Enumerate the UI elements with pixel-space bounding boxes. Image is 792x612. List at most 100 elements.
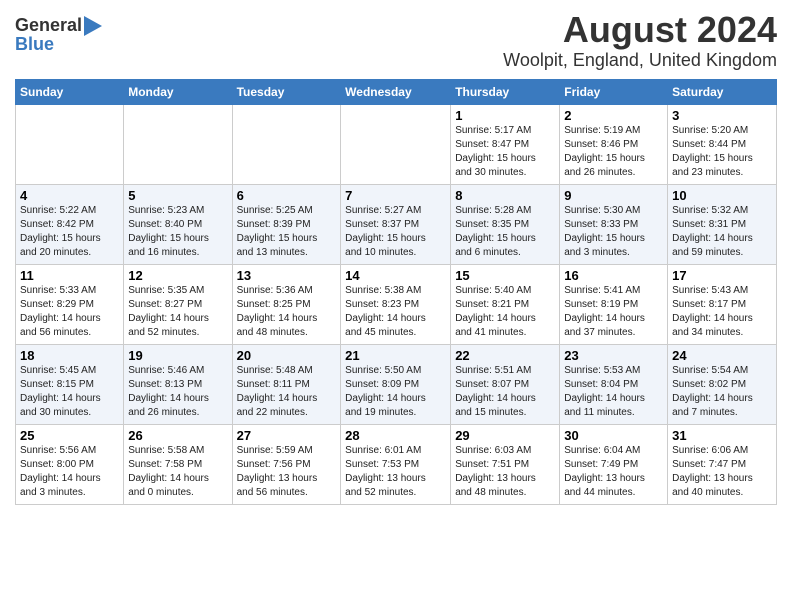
calendar-cell: 1Sunrise: 5:17 AM Sunset: 8:47 PM Daylig… xyxy=(451,104,560,184)
calendar-header-wednesday: Wednesday xyxy=(341,79,451,104)
day-info: Sunrise: 5:38 AM Sunset: 8:23 PM Dayligh… xyxy=(345,284,446,340)
day-number: 14 xyxy=(345,268,446,283)
calendar-cell: 22Sunrise: 5:51 AM Sunset: 8:07 PM Dayli… xyxy=(451,344,560,424)
day-info: Sunrise: 6:06 AM Sunset: 7:47 PM Dayligh… xyxy=(672,444,772,500)
calendar-week-row: 11Sunrise: 5:33 AM Sunset: 8:29 PM Dayli… xyxy=(16,264,777,344)
calendar-cell: 18Sunrise: 5:45 AM Sunset: 8:15 PM Dayli… xyxy=(16,344,124,424)
calendar-cell: 20Sunrise: 5:48 AM Sunset: 8:11 PM Dayli… xyxy=(232,344,341,424)
calendar-header-thursday: Thursday xyxy=(451,79,560,104)
calendar-header-friday: Friday xyxy=(560,79,668,104)
calendar-cell: 5Sunrise: 5:23 AM Sunset: 8:40 PM Daylig… xyxy=(124,184,232,264)
day-number: 20 xyxy=(237,348,337,363)
day-info: Sunrise: 6:04 AM Sunset: 7:49 PM Dayligh… xyxy=(564,444,663,500)
day-info: Sunrise: 5:45 AM Sunset: 8:15 PM Dayligh… xyxy=(20,364,119,420)
calendar-cell: 9Sunrise: 5:30 AM Sunset: 8:33 PM Daylig… xyxy=(560,184,668,264)
calendar-cell: 8Sunrise: 5:28 AM Sunset: 8:35 PM Daylig… xyxy=(451,184,560,264)
day-info: Sunrise: 5:41 AM Sunset: 8:19 PM Dayligh… xyxy=(564,284,663,340)
day-info: Sunrise: 5:46 AM Sunset: 8:13 PM Dayligh… xyxy=(128,364,227,420)
day-number: 17 xyxy=(672,268,772,283)
day-info: Sunrise: 5:54 AM Sunset: 8:02 PM Dayligh… xyxy=(672,364,772,420)
page-header: General Blue August 2024 Woolpit, Englan… xyxy=(15,10,777,71)
day-number: 1 xyxy=(455,108,555,123)
day-info: Sunrise: 5:23 AM Sunset: 8:40 PM Dayligh… xyxy=(128,204,227,260)
day-number: 31 xyxy=(672,428,772,443)
day-number: 2 xyxy=(564,108,663,123)
day-number: 29 xyxy=(455,428,555,443)
calendar-cell: 25Sunrise: 5:56 AM Sunset: 8:00 PM Dayli… xyxy=(16,424,124,504)
day-info: Sunrise: 5:32 AM Sunset: 8:31 PM Dayligh… xyxy=(672,204,772,260)
day-number: 22 xyxy=(455,348,555,363)
calendar-cell: 10Sunrise: 5:32 AM Sunset: 8:31 PM Dayli… xyxy=(668,184,777,264)
day-number: 10 xyxy=(672,188,772,203)
calendar-cell xyxy=(124,104,232,184)
day-info: Sunrise: 5:35 AM Sunset: 8:27 PM Dayligh… xyxy=(128,284,227,340)
day-number: 15 xyxy=(455,268,555,283)
calendar-week-row: 25Sunrise: 5:56 AM Sunset: 8:00 PM Dayli… xyxy=(16,424,777,504)
day-info: Sunrise: 5:43 AM Sunset: 8:17 PM Dayligh… xyxy=(672,284,772,340)
day-info: Sunrise: 5:30 AM Sunset: 8:33 PM Dayligh… xyxy=(564,204,663,260)
calendar-cell: 19Sunrise: 5:46 AM Sunset: 8:13 PM Dayli… xyxy=(124,344,232,424)
day-info: Sunrise: 5:48 AM Sunset: 8:11 PM Dayligh… xyxy=(237,364,337,420)
calendar-cell: 14Sunrise: 5:38 AM Sunset: 8:23 PM Dayli… xyxy=(341,264,451,344)
calendar-cell: 4Sunrise: 5:22 AM Sunset: 8:42 PM Daylig… xyxy=(16,184,124,264)
calendar-cell: 27Sunrise: 5:59 AM Sunset: 7:56 PM Dayli… xyxy=(232,424,341,504)
calendar-cell: 15Sunrise: 5:40 AM Sunset: 8:21 PM Dayli… xyxy=(451,264,560,344)
day-number: 11 xyxy=(20,268,119,283)
calendar-table: SundayMondayTuesdayWednesdayThursdayFrid… xyxy=(15,79,777,505)
calendar-cell: 23Sunrise: 5:53 AM Sunset: 8:04 PM Dayli… xyxy=(560,344,668,424)
day-info: Sunrise: 5:51 AM Sunset: 8:07 PM Dayligh… xyxy=(455,364,555,420)
day-number: 7 xyxy=(345,188,446,203)
day-info: Sunrise: 5:53 AM Sunset: 8:04 PM Dayligh… xyxy=(564,364,663,420)
day-info: Sunrise: 5:58 AM Sunset: 7:58 PM Dayligh… xyxy=(128,444,227,500)
calendar-cell: 17Sunrise: 5:43 AM Sunset: 8:17 PM Dayli… xyxy=(668,264,777,344)
day-number: 5 xyxy=(128,188,227,203)
calendar-cell: 13Sunrise: 5:36 AM Sunset: 8:25 PM Dayli… xyxy=(232,264,341,344)
logo-blue-text: Blue xyxy=(15,34,54,55)
day-info: Sunrise: 6:01 AM Sunset: 7:53 PM Dayligh… xyxy=(345,444,446,500)
page-title: August 2024 xyxy=(503,10,777,50)
logo-general-text: General xyxy=(15,15,82,36)
day-info: Sunrise: 5:56 AM Sunset: 8:00 PM Dayligh… xyxy=(20,444,119,500)
day-number: 3 xyxy=(672,108,772,123)
day-info: Sunrise: 5:25 AM Sunset: 8:39 PM Dayligh… xyxy=(237,204,337,260)
day-info: Sunrise: 5:20 AM Sunset: 8:44 PM Dayligh… xyxy=(672,124,772,180)
day-number: 26 xyxy=(128,428,227,443)
day-number: 16 xyxy=(564,268,663,283)
day-number: 27 xyxy=(237,428,337,443)
calendar-week-row: 1Sunrise: 5:17 AM Sunset: 8:47 PM Daylig… xyxy=(16,104,777,184)
day-number: 6 xyxy=(237,188,337,203)
day-number: 8 xyxy=(455,188,555,203)
calendar-header-row: SundayMondayTuesdayWednesdayThursdayFrid… xyxy=(16,79,777,104)
day-number: 21 xyxy=(345,348,446,363)
calendar-cell: 2Sunrise: 5:19 AM Sunset: 8:46 PM Daylig… xyxy=(560,104,668,184)
calendar-cell xyxy=(16,104,124,184)
calendar-cell xyxy=(341,104,451,184)
calendar-cell: 7Sunrise: 5:27 AM Sunset: 8:37 PM Daylig… xyxy=(341,184,451,264)
day-info: Sunrise: 5:19 AM Sunset: 8:46 PM Dayligh… xyxy=(564,124,663,180)
day-info: Sunrise: 6:03 AM Sunset: 7:51 PM Dayligh… xyxy=(455,444,555,500)
calendar-header-saturday: Saturday xyxy=(668,79,777,104)
day-info: Sunrise: 5:50 AM Sunset: 8:09 PM Dayligh… xyxy=(345,364,446,420)
day-number: 30 xyxy=(564,428,663,443)
calendar-cell: 30Sunrise: 6:04 AM Sunset: 7:49 PM Dayli… xyxy=(560,424,668,504)
calendar-cell: 6Sunrise: 5:25 AM Sunset: 8:39 PM Daylig… xyxy=(232,184,341,264)
day-number: 25 xyxy=(20,428,119,443)
day-info: Sunrise: 5:59 AM Sunset: 7:56 PM Dayligh… xyxy=(237,444,337,500)
logo: General Blue xyxy=(15,14,102,55)
day-number: 24 xyxy=(672,348,772,363)
calendar-header-tuesday: Tuesday xyxy=(232,79,341,104)
calendar-cell: 16Sunrise: 5:41 AM Sunset: 8:19 PM Dayli… xyxy=(560,264,668,344)
day-number: 9 xyxy=(564,188,663,203)
calendar-cell: 12Sunrise: 5:35 AM Sunset: 8:27 PM Dayli… xyxy=(124,264,232,344)
day-number: 18 xyxy=(20,348,119,363)
calendar-cell: 3Sunrise: 5:20 AM Sunset: 8:44 PM Daylig… xyxy=(668,104,777,184)
page-subtitle: Woolpit, England, United Kingdom xyxy=(503,50,777,71)
logo-arrow-icon xyxy=(84,16,102,36)
day-info: Sunrise: 5:22 AM Sunset: 8:42 PM Dayligh… xyxy=(20,204,119,260)
day-number: 4 xyxy=(20,188,119,203)
day-info: Sunrise: 5:28 AM Sunset: 8:35 PM Dayligh… xyxy=(455,204,555,260)
calendar-header-sunday: Sunday xyxy=(16,79,124,104)
day-number: 28 xyxy=(345,428,446,443)
title-block: August 2024 Woolpit, England, United Kin… xyxy=(503,10,777,71)
calendar-cell: 21Sunrise: 5:50 AM Sunset: 8:09 PM Dayli… xyxy=(341,344,451,424)
